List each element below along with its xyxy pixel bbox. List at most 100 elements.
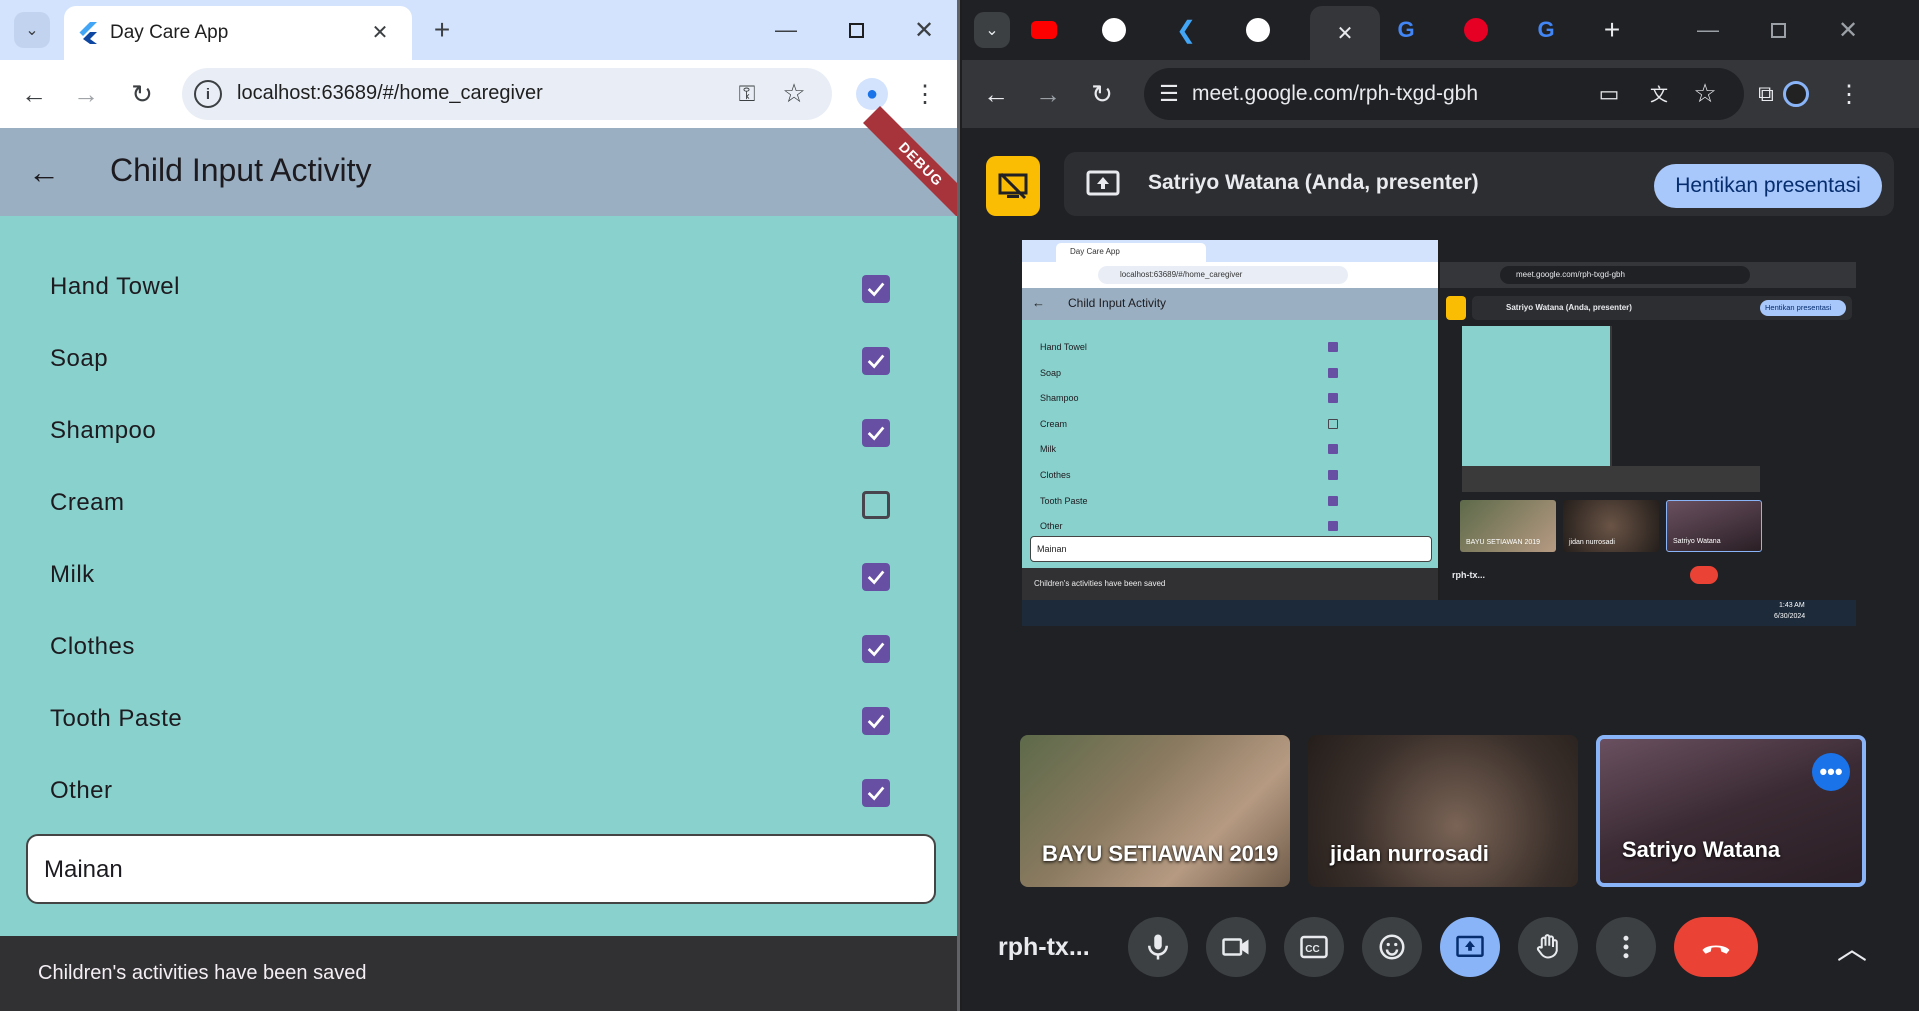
mini-activity-row: Cream [1022, 413, 1438, 439]
activity-checkbox[interactable] [862, 779, 890, 807]
activity-row[interactable]: Tooth Paste [0, 685, 957, 757]
back-arrow-icon[interactable]: ← [22, 150, 66, 194]
back-icon[interactable]: ← [976, 76, 1016, 112]
tab-search-button[interactable]: ⌄ [14, 12, 50, 48]
github-tab-icon[interactable] [1100, 16, 1128, 44]
activity-row[interactable]: Soap [0, 325, 957, 397]
mini-end-call [1690, 566, 1718, 584]
mini-activity-row: Clothes [1022, 464, 1438, 490]
github-tab-icon[interactable] [1244, 16, 1272, 44]
present-now-button[interactable] [1440, 917, 1500, 977]
end-call-icon [1702, 945, 1730, 954]
extensions-icon[interactable]: ⧉ [1750, 78, 1782, 110]
mini-meet-url: meet.google.com/rph-txgd-gbh [1516, 270, 1625, 279]
bookmark-star-icon[interactable]: ☆ [779, 78, 809, 108]
activity-checkbox[interactable] [862, 491, 890, 519]
more-options-icon[interactable]: ••• [1812, 753, 1850, 791]
chevron-up-icon[interactable]: ︿ [1830, 924, 1874, 968]
close-window-icon[interactable]: ✕ [1828, 12, 1868, 48]
address-bar[interactable]: ☰ meet.google.com/rph-txgd-gbh ▭ 文 ☆ [1144, 68, 1744, 120]
raise-hand-button[interactable] [1518, 917, 1578, 977]
activity-checkbox[interactable] [862, 563, 890, 591]
tab-day-care-app[interactable]: Day Care App ✕ [64, 6, 412, 60]
maximize-icon[interactable] [836, 12, 876, 48]
activity-checkbox[interactable] [862, 707, 890, 735]
mini-activity-label: Tooth Paste [1040, 495, 1088, 506]
activity-row[interactable]: Cream [0, 469, 957, 541]
translate-icon[interactable]: 文 [1644, 80, 1674, 108]
more-options-button[interactable] [1596, 917, 1656, 977]
browser-toolbar: ← → ↻ ☰ meet.google.com/rph-txgd-gbh ▭ 文… [962, 60, 1919, 128]
mini-activity-label: Clothes [1040, 470, 1071, 480]
address-bar[interactable]: i localhost:63689/#/home_caregiver ⚿ ☆ [182, 68, 832, 120]
reactions-button[interactable] [1362, 917, 1422, 977]
forward-icon[interactable]: → [66, 76, 106, 112]
profile-avatar-icon[interactable] [1780, 78, 1812, 110]
site-settings-icon[interactable]: ☰ [1154, 80, 1184, 108]
participant-tile[interactable]: BAYU SETIAWAN 2019 [1020, 735, 1290, 887]
bookmark-star-icon[interactable]: ☆ [1690, 78, 1720, 108]
new-tab-button[interactable]: + [424, 12, 460, 48]
site-info-icon[interactable]: i [194, 80, 222, 108]
camera-icon[interactable]: ▭ [1594, 80, 1624, 108]
flutter-tab-icon[interactable]: ❮ [1172, 16, 1200, 44]
presenter-label: Satriyo Watana (Anda, presenter) [1148, 171, 1479, 194]
participant-tile-self[interactable]: ••• Satriyo Watana [1596, 735, 1866, 887]
close-window-icon[interactable]: ✕ [904, 12, 944, 48]
new-tab-button[interactable]: + [1594, 12, 1630, 48]
youtube-tab-icon[interactable] [1030, 16, 1058, 44]
activity-row[interactable]: Other [0, 757, 957, 829]
reload-icon[interactable]: ↻ [1082, 76, 1122, 112]
mini-activity-checkbox [1328, 495, 1338, 506]
activity-checkbox[interactable] [862, 419, 890, 447]
other-activity-input[interactable]: Mainan [26, 834, 936, 904]
mini-participant-name: Satriyo Watana [1673, 538, 1721, 545]
password-key-icon[interactable]: ⚿ [732, 80, 762, 108]
activity-row[interactable]: Clothes [0, 613, 957, 685]
minimize-icon[interactable]: — [766, 12, 806, 48]
tab-search-button[interactable]: ⌄ [974, 12, 1010, 48]
maximize-icon[interactable] [1758, 12, 1798, 48]
activity-checkbox[interactable] [862, 275, 890, 303]
participant-name: BAYU SETIAWAN 2019 [1042, 841, 1279, 866]
reload-icon[interactable]: ↻ [122, 76, 162, 112]
mini-tab-title: Day Care App [1070, 247, 1120, 256]
activity-row[interactable]: Shampoo [0, 397, 957, 469]
active-meet-tab[interactable]: ✕ [1310, 6, 1380, 60]
activity-row[interactable]: Hand Towel [0, 253, 957, 325]
mini-tab: Day Care App [1056, 243, 1206, 262]
close-tab-icon[interactable]: ✕ [1330, 18, 1360, 48]
camera-button[interactable] [1206, 917, 1266, 977]
leave-call-button[interactable] [1674, 917, 1758, 977]
forward-icon[interactable]: → [1028, 76, 1068, 112]
chrome-menu-icon[interactable]: ⋮ [1834, 78, 1864, 110]
microphone-button[interactable] [1128, 917, 1188, 977]
microphone-icon [1148, 934, 1168, 960]
presenting-indicator [986, 156, 1040, 216]
mini-activity-checkbox [1328, 393, 1338, 404]
stop-presenting-button[interactable]: Hentikan presentasi [1654, 164, 1882, 208]
mini-toolbar: meet.google.com/rph-txgd-gbh [1440, 262, 1856, 288]
mini-activity-row: Soap [1022, 362, 1438, 388]
close-tab-icon[interactable]: ✕ [364, 16, 396, 48]
pinterest-tab-icon[interactable] [1462, 16, 1490, 44]
page-title: Child Input Activity [110, 152, 372, 188]
mini-presenter-label: Satriyo Watana (Anda, presenter) [1506, 303, 1632, 312]
chrome-menu-icon[interactable]: ⋮ [910, 78, 940, 110]
mini-participant-tile: jidan nurrosadi [1563, 500, 1659, 552]
back-icon[interactable]: ← [14, 76, 54, 112]
google-tab-icon[interactable]: G [1392, 16, 1420, 44]
participant-tile[interactable]: jidan nurrosadi [1308, 735, 1578, 887]
activity-row[interactable]: Milk [0, 541, 957, 613]
activity-label: Other [50, 777, 113, 804]
minimize-icon[interactable]: — [1688, 12, 1728, 48]
app-bar: ← Child Input Activity [0, 128, 957, 216]
mini-activity-label: Shampoo [1040, 393, 1079, 404]
activity-checkbox[interactable] [862, 347, 890, 375]
profile-avatar-icon[interactable]: ● [856, 78, 888, 110]
google-meet-browser-window: ⌄ ❮ ✕ G G + — ✕ ← → ↻ ☰ meet.google.com/… [962, 0, 1919, 1011]
google-tab-icon[interactable]: G [1532, 16, 1560, 44]
mini-stop-label: Hentikan presentasi [1765, 303, 1832, 312]
activity-checkbox[interactable] [862, 635, 890, 663]
captions-button[interactable]: CC [1284, 917, 1344, 977]
